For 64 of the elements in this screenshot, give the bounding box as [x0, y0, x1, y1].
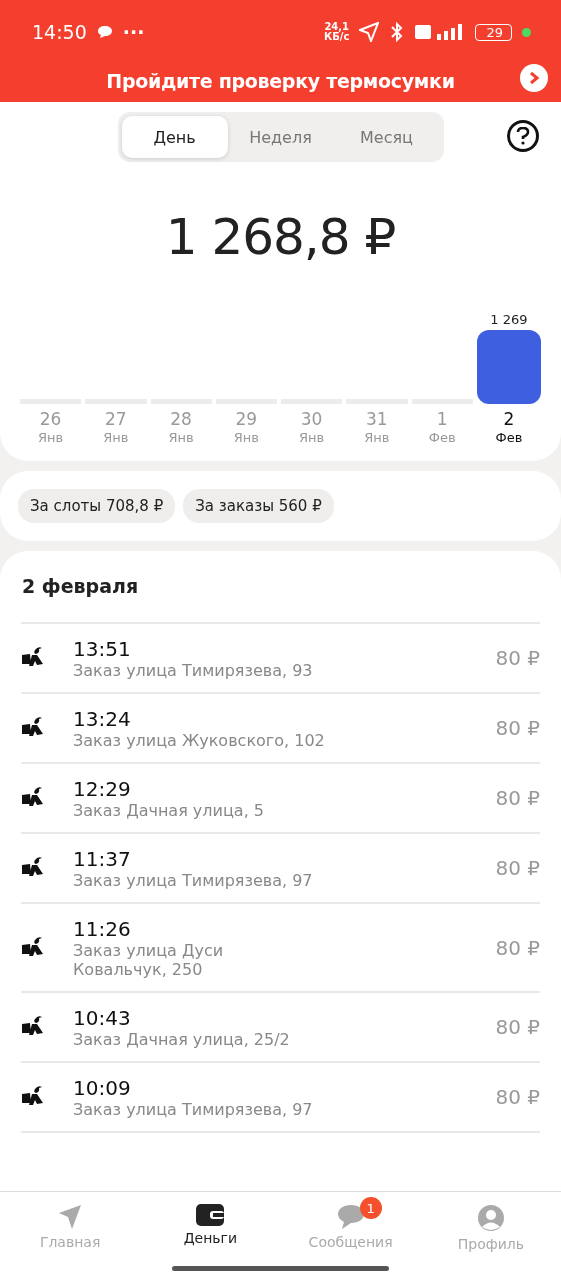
order-title: Заказ Дачная улица, 25/2 — [73, 1029, 291, 1049]
month-label: Янв — [299, 429, 325, 445]
order-amount: 80 ₽ — [495, 646, 540, 671]
order-time: 11:26 — [73, 916, 132, 941]
order-title: Заказ улица Тимирязева, 93 — [73, 660, 314, 680]
order-amount: 80 ₽ — [495, 1085, 540, 1110]
month-label: Янв — [168, 429, 194, 445]
message-icon — [96, 25, 113, 39]
help-button[interactable] — [507, 120, 539, 152]
clock: 14:50 — [32, 22, 87, 42]
order-amount: 80 ₽ — [495, 716, 540, 741]
month-label: Янв — [103, 429, 129, 445]
order-time: 10:43 — [73, 1005, 132, 1030]
order-time: 12:29 — [73, 776, 132, 801]
total-amount: 1 268,8 ₽ — [164, 208, 397, 266]
navigation-arrow-icon — [58, 1204, 83, 1230]
location-icon — [359, 22, 380, 42]
period-tab[interactable]: Неделя — [227, 116, 334, 158]
earnings-chip[interactable]: За слоты 708,8 ₽ — [18, 488, 176, 523]
chat-icon — [336, 1204, 365, 1230]
day-label[interactable]: 29 — [235, 410, 258, 430]
wallet-icon — [196, 1204, 225, 1226]
order-time: 13:51 — [73, 636, 132, 661]
bar-value-label: 1 269 — [490, 312, 528, 327]
month-label: Фев — [495, 429, 523, 445]
day-label[interactable]: 1 — [436, 410, 448, 430]
order-amount: 80 ₽ — [495, 935, 540, 960]
profile-icon — [476, 1204, 505, 1232]
order-title: Заказ улица Дуси Ковальчук, 250 — [73, 940, 225, 979]
order-time: 13:24 — [73, 706, 132, 731]
day-label[interactable]: 31 — [366, 410, 388, 430]
order-amount: 80 ₽ — [495, 1015, 540, 1040]
order-amount: 80 ₽ — [495, 786, 540, 811]
nav-tab[interactable]: Профиль — [420, 1192, 561, 1280]
order-title: Заказ улица Тимирязева, 97 — [73, 870, 314, 890]
banner-text[interactable]: Пройдите проверку термосумки — [106, 70, 455, 92]
date-heading: 2 февраля — [21, 550, 540, 624]
order-title: Заказ Дачная улица, 5 — [73, 800, 265, 820]
day-label[interactable]: 27 — [105, 410, 127, 430]
period-tab[interactable]: День — [121, 116, 228, 158]
chevron-right-icon — [528, 71, 540, 85]
day-label[interactable]: 28 — [170, 410, 192, 430]
chevron-button[interactable] — [520, 64, 548, 92]
order-time: 11:37 — [73, 846, 132, 871]
question-mark-icon — [516, 127, 530, 145]
order-time: 10:09 — [73, 1075, 132, 1100]
earnings-chip[interactable]: За заказы 560 ₽ — [183, 488, 334, 523]
order-title: Заказ улица Жуковского, 102 — [73, 730, 326, 750]
day-label[interactable]: 26 — [39, 410, 62, 430]
status-dot-icon — [522, 27, 531, 37]
month-label: Янв — [233, 429, 259, 445]
day-label[interactable]: 30 — [300, 410, 323, 430]
more-indicator: ··· — [122, 22, 145, 42]
order-amount: 80 ₽ — [495, 856, 540, 881]
month-label: Янв — [364, 429, 390, 445]
order-title: Заказ улица Тимирязева, 97 — [73, 1099, 314, 1119]
unread-badge: 1 — [359, 1197, 382, 1219]
day-label[interactable]: 2 — [503, 410, 515, 430]
month-label: Фев — [428, 429, 456, 445]
month-label: Янв — [38, 429, 64, 445]
nav-tab[interactable]: Главная — [0, 1192, 141, 1280]
period-tab[interactable]: Месяц — [333, 116, 440, 158]
network-speed: 24,1 КБ/с — [324, 22, 350, 42]
battery-indicator: 29 — [475, 23, 512, 41]
